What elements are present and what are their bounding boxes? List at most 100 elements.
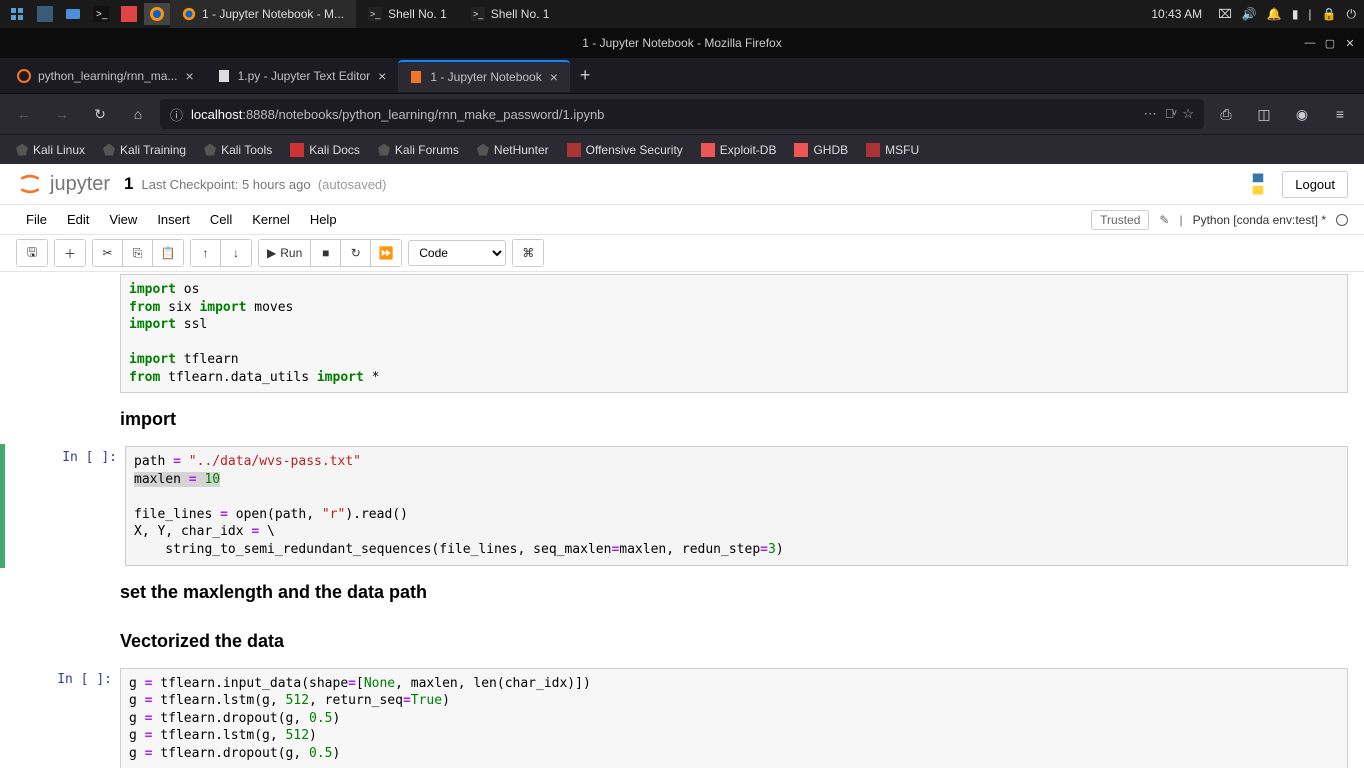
jupyter-header: jupyter 1 Last Checkpoint: 5 hours ago (… [0, 164, 1364, 205]
volume-icon[interactable]: 🔊 [1242, 7, 1257, 21]
notebook-name[interactable]: 1 [124, 174, 133, 194]
reload-button[interactable]: ↻ [84, 98, 116, 130]
move-up-button[interactable]: ↑ [191, 240, 221, 266]
taskbar-window-shell1[interactable]: >_ Shell No. 1 [356, 0, 459, 28]
menu-view[interactable]: View [99, 208, 147, 231]
move-down-button[interactable]: ↓ [221, 240, 251, 266]
trusted-badge[interactable]: Trusted [1091, 210, 1149, 230]
edit-icon[interactable]: ✎ [1159, 213, 1169, 227]
bookmark-offensive-security[interactable]: Offensive Security [559, 139, 691, 161]
os-taskbar: >_ 1 - Jupyter Notebook - M... >_ Shell … [0, 0, 1364, 28]
app-menu-icon[interactable] [4, 3, 30, 25]
back-button[interactable]: ← [8, 98, 40, 130]
power-icon[interactable]: ⏻ [1347, 7, 1357, 22]
bookmark-kali-training[interactable]: Kali Training [95, 139, 194, 161]
bookmark-kali-linux[interactable]: Kali Linux [8, 139, 93, 161]
svg-text:>_: >_ [370, 9, 381, 19]
add-cell-button[interactable]: ＋ [55, 240, 85, 266]
new-tab-button[interactable]: + [570, 65, 601, 86]
command-palette-button[interactable]: ⌘ [513, 240, 543, 266]
menu-help[interactable]: Help [300, 208, 347, 231]
clock[interactable]: 10:43 AM [1145, 7, 1208, 21]
files-icon[interactable] [60, 3, 86, 25]
maximize-button[interactable]: ▢ [1322, 35, 1338, 51]
taskbar-window-firefox[interactable]: 1 - Jupyter Notebook - M... [170, 0, 356, 28]
menu-icon[interactable]: ≡ [1324, 98, 1356, 130]
cell-prompt: In [ ]: [5, 446, 125, 565]
keyboard-icon[interactable]: ⌧ [1218, 7, 1232, 21]
close-icon[interactable]: × [183, 68, 195, 84]
sidebar-icon[interactable]: ◫ [1248, 98, 1280, 130]
run-button[interactable]: ▶ Run [259, 240, 311, 266]
restart-button[interactable]: ↻ [341, 240, 371, 266]
interrupt-button[interactable]: ■ [311, 240, 341, 266]
home-button[interactable]: ⌂ [122, 98, 154, 130]
menu-insert[interactable]: Insert [147, 208, 200, 231]
more-icon[interactable]: ⋯ [1144, 106, 1157, 122]
code-input-area[interactable]: g = tflearn.input_data(shape=[None, maxl… [120, 668, 1348, 768]
window-title: 1 - Jupyter Notebook - Mozilla Firefox [582, 36, 781, 50]
kali-dragon-icon [204, 144, 216, 156]
tab-text-editor[interactable]: 1.py - Jupyter Text Editor × [206, 60, 399, 92]
tab-python-learning[interactable]: python_learning/rnn_ma... × [6, 60, 206, 92]
svg-text:>_: >_ [473, 9, 484, 19]
bookmark-nethunter[interactable]: NetHunter [469, 139, 557, 161]
svg-text:>_: >_ [96, 9, 108, 20]
close-icon[interactable]: × [548, 69, 560, 85]
url-text: localhost:8888/notebooks/python_learning… [191, 107, 604, 122]
tab-label: python_learning/rnn_ma... [38, 69, 177, 83]
bookmark-kali-docs[interactable]: Kali Docs [282, 139, 368, 161]
python-icon [1244, 170, 1272, 198]
firefox-launcher-icon[interactable] [144, 3, 170, 25]
bookmarks-toolbar: Kali Linux Kali Training Kali Tools Kali… [0, 134, 1364, 164]
restart-run-all-button[interactable]: ⏩ [371, 240, 401, 266]
code-input-area[interactable]: path = "../data/wvs-pass.txt" maxlen = 1… [125, 446, 1348, 565]
wallpaper-icon[interactable] [32, 3, 58, 25]
markdown-cell[interactable]: set the maxlength and the data path [0, 568, 1364, 617]
close-icon[interactable]: × [376, 68, 388, 84]
menu-kernel[interactable]: Kernel [242, 208, 300, 231]
taskbar-window-shell2[interactable]: >_ Shell No. 1 [459, 0, 562, 28]
menu-file[interactable]: File [16, 208, 57, 231]
markdown-cell[interactable]: import [0, 395, 1364, 444]
info-icon[interactable]: ⓘ [170, 105, 183, 124]
account-icon[interactable]: ◉ [1286, 98, 1318, 130]
bookmark-ghdb[interactable]: GHDB [786, 139, 856, 161]
taskbar-window-label: Shell No. 1 [388, 7, 447, 21]
bookmark-star-icon[interactable]: ☆ [1182, 106, 1194, 122]
paste-button[interactable]: 📋 [153, 240, 183, 266]
forward-button[interactable]: → [46, 98, 78, 130]
bookmark-exploit-db[interactable]: Exploit-DB [693, 139, 785, 161]
library-icon[interactable]: ⎙ [1210, 98, 1242, 130]
notifications-icon[interactable]: 🔔 [1267, 7, 1282, 21]
reader-icon[interactable]: ☰ͮ [1165, 106, 1175, 122]
menu-cell[interactable]: Cell [200, 208, 242, 231]
cut-button[interactable]: ✂ [93, 240, 123, 266]
save-button[interactable]: 🖫 [17, 240, 47, 266]
code-input-area[interactable]: import os from six import moves import s… [120, 274, 1348, 393]
battery-icon[interactable]: ▮ [1292, 7, 1299, 21]
kernel-name[interactable]: Python [conda env:test] * [1193, 213, 1326, 227]
tab-notebook[interactable]: 1 - Jupyter Notebook × [398, 60, 570, 92]
logout-button[interactable]: Logout [1282, 171, 1348, 198]
tab-label: 1 - Jupyter Notebook [430, 70, 541, 84]
terminal-icon[interactable]: >_ [88, 3, 114, 25]
code-cell[interactable]: import os from six import moves import s… [0, 272, 1364, 395]
code-cell[interactable]: In [ ]: g = tflearn.input_data(shape=[No… [0, 666, 1364, 768]
bookmark-kali-tools[interactable]: Kali Tools [196, 139, 280, 161]
minimize-button[interactable]: — [1302, 35, 1318, 51]
cell-type-select[interactable]: Code [408, 240, 506, 266]
lock-icon[interactable]: 🔒 [1322, 7, 1337, 21]
taskbar-launchers: >_ [0, 3, 170, 25]
copy-button[interactable]: ⎘ [123, 240, 153, 266]
jupyter-logo[interactable]: jupyter [16, 170, 110, 198]
code-cell-selected[interactable]: In [ ]: path = "../data/wvs-pass.txt" ma… [0, 444, 1364, 567]
bookmark-msfu[interactable]: MSFU [858, 139, 927, 161]
menu-edit[interactable]: Edit [57, 208, 99, 231]
kali-icon[interactable] [116, 3, 142, 25]
bookmark-kali-forums[interactable]: Kali Forums [370, 139, 467, 161]
kali-dragon-icon [16, 144, 28, 156]
markdown-cell[interactable]: Vectorized the data [0, 617, 1364, 666]
close-button[interactable]: ✕ [1342, 35, 1358, 51]
url-bar[interactable]: ⓘ localhost:8888/notebooks/python_learni… [160, 99, 1204, 129]
